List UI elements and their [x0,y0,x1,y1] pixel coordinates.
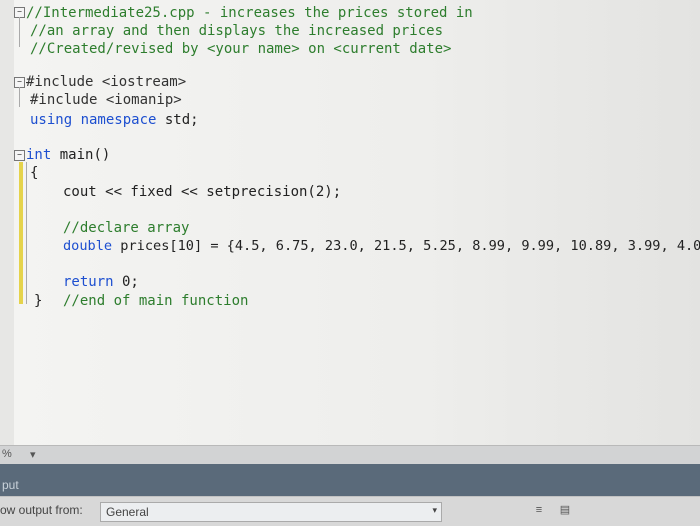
output-panel-header: put [0,464,700,496]
code-line: int main() [26,146,110,164]
code-text: std; [156,112,199,128]
output-panel-title: put [2,478,19,492]
keyword: return [63,274,114,290]
change-marker [19,162,23,304]
output-source-value: General [106,505,149,519]
fold-toggle-icon[interactable]: − [14,150,25,161]
keyword: using namespace [30,112,157,128]
code-line: //end of main function [63,293,249,309]
code-line: //Intermediate25.cpp - increases the pri… [26,5,473,21]
code-line: //Created/revised by <your name> on <cur… [30,41,452,57]
code-text: main() [51,147,111,163]
code-line: #include <iomanip> [30,92,182,108]
chevron-down-icon: ▾ [432,505,437,515]
keyword: int [26,147,52,163]
show-output-label: ow output from: [0,503,83,517]
fold-guide [19,17,20,47]
fold-guide [19,87,20,107]
code-line: //declare array [63,220,190,236]
code-line: using namespace std; [30,111,199,129]
code-text: prices[10] = {4.5, 6.75, 23.0, 21.5, 5.2… [112,238,700,254]
code-line: //an array and then displays the increas… [30,23,444,39]
clear-all-icon[interactable]: ▤ [556,502,574,518]
code-line: double prices[10] = {4.5, 6.75, 23.0, 21… [63,237,700,255]
keyword: double [63,238,113,254]
output-source-dropdown[interactable]: General ▾ [100,502,442,522]
code-line: cout << fixed << setprecision(2); [63,184,342,200]
status-bar: % ▾ [0,445,700,464]
code-editor[interactable]: − //Intermediate25.cpp - increases the p… [0,0,700,445]
code-line: #include <iostream> [26,74,187,90]
word-wrap-icon[interactable]: ≡ [530,502,548,518]
code-line: { [30,165,39,181]
code-text: 0; [113,274,139,290]
editor-gutter [0,0,14,445]
fold-guide [26,162,27,304]
output-toolbar: ow output from: General ▾ ≡ ▤ [0,496,700,526]
code-line: } [34,293,43,309]
zoom-level[interactable]: % [2,448,12,460]
code-line: return 0; [63,273,139,291]
zoom-dropdown-icon[interactable]: ▾ [30,448,36,461]
